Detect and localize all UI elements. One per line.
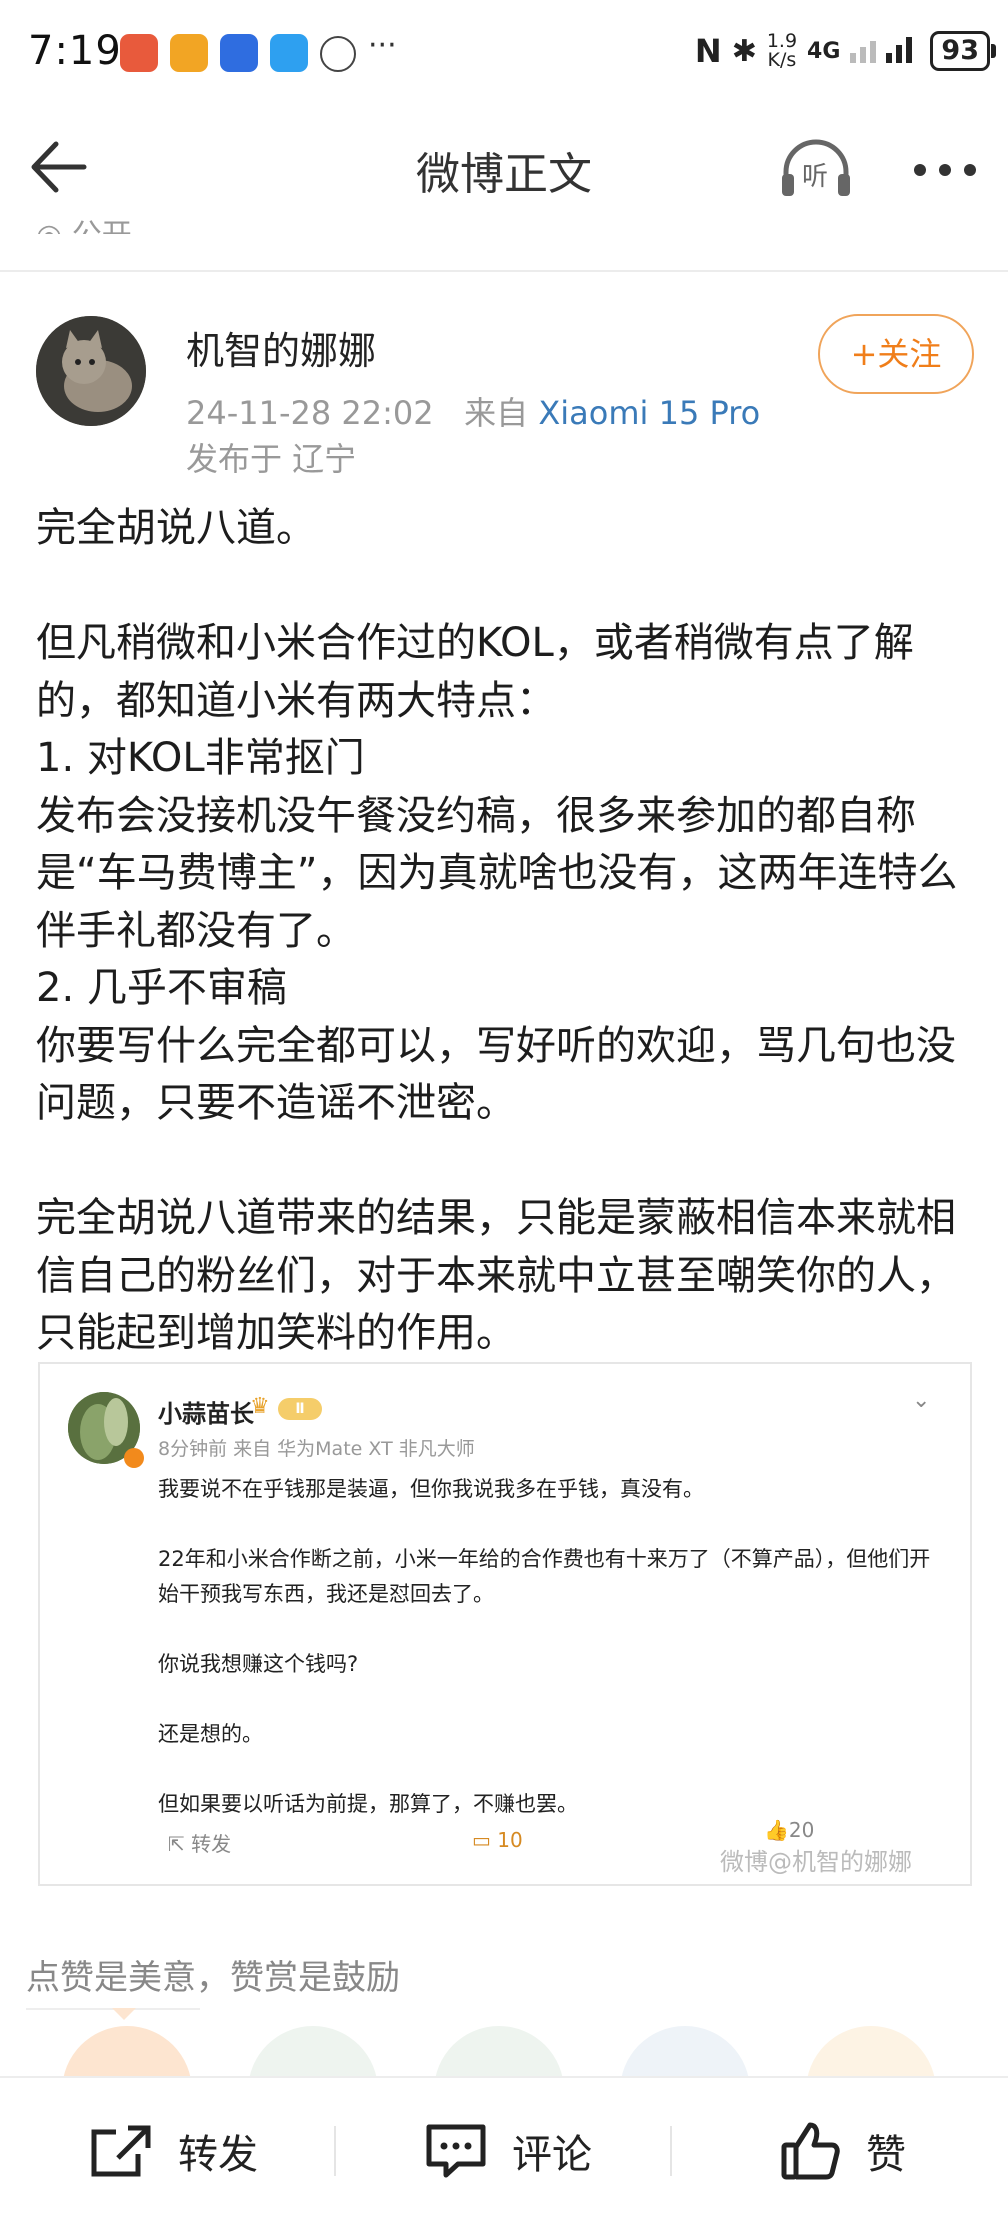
embedded-text: 我要说不在乎钱那是装逼，但你我说我多在乎钱，真没有。 22年和小米合作断之前，小…: [158, 1477, 931, 1816]
comment-icon: [426, 2124, 486, 2178]
device-link[interactable]: Xiaomi 15 Pro: [538, 394, 760, 432]
thumbs-up-icon: 👍: [764, 1818, 789, 1842]
network-type: 4G: [807, 38, 841, 64]
more-dots-icon: [914, 164, 976, 176]
header-divider: [0, 270, 1008, 272]
watermark: 微博@机智的娜娜: [720, 1848, 912, 1876]
listen-button[interactable]: 听: [778, 136, 854, 202]
post-body: 完全胡说八道。 但凡稍微和小米合作过的KOL，或者稍微有点了解的，都知道小米有两…: [36, 505, 958, 1356]
cat-photo: [36, 316, 146, 426]
embedded-comment: ▭ 10: [472, 1828, 523, 1852]
forward-button[interactable]: 转发: [88, 2106, 258, 2196]
reward-pointer: [112, 2008, 136, 2020]
embedded-meta: 8分钟前 来自 华为Mate XT 非凡大师: [158, 1438, 475, 1460]
comment-button[interactable]: 评论: [424, 2106, 592, 2196]
author-avatar[interactable]: [36, 316, 146, 426]
post-meta: 24-11-28 22:02 来自 Xiaomi 15 Pro: [186, 388, 760, 434]
embedded-author-name: 小蒜苗长: [158, 1400, 254, 1428]
crown-icon: ♛: [250, 1394, 270, 1419]
author-name[interactable]: 机智的娜娜: [186, 320, 376, 375]
network-speed: 1.9 K/s: [766, 30, 798, 71]
listen-label: 听: [802, 162, 829, 192]
app-notification-icon: [220, 34, 258, 72]
reward-prompt: 点赞是美意，赞赏是鼓励: [26, 1958, 400, 1998]
more-options-button[interactable]: [910, 150, 980, 190]
page-title: 微博正文: [416, 149, 592, 200]
app-notification-icon: [320, 36, 356, 72]
share-icon: ⇱: [168, 1832, 192, 1856]
embedded-forward: ⇱ 转发: [168, 1832, 232, 1856]
app-notification-icon: [170, 34, 208, 72]
comment-icon: ▭: [472, 1828, 498, 1852]
message-icon: [270, 34, 308, 72]
verified-badge-icon: [124, 1448, 144, 1468]
battery-indicator: 93: [930, 31, 996, 71]
source-label: 来自: [464, 394, 529, 432]
embedded-like: 👍20: [764, 1818, 815, 1842]
follow-button[interactable]: +关注: [818, 314, 974, 394]
share-icon: [91, 2125, 151, 2177]
status-indicators: N ✱ 1.9 K/s 4G 93: [694, 26, 996, 76]
status-more-icon: ···: [368, 28, 397, 63]
chevron-down-icon: ⌄: [912, 1388, 931, 1413]
signal-icon: [850, 31, 920, 71]
status-time: 7:19: [28, 28, 122, 74]
like-label: 赞: [866, 2132, 906, 2178]
bar-separator: [670, 2126, 672, 2176]
app-notification-icon: [120, 34, 158, 72]
forward-label: 转发: [178, 2132, 258, 2178]
visibility-label: ◎ 公开: [36, 210, 132, 234]
comment-label: 评论: [512, 2132, 592, 2178]
bar-separator: [334, 2126, 336, 2176]
globe-icon: ◎: [36, 218, 72, 234]
like-button[interactable]: 赞: [780, 2106, 906, 2196]
thumbs-up-icon: [781, 2122, 840, 2180]
embedded-screenshot[interactable]: 小蒜苗长 ♛ Ⅱ 8分钟前 来自 华为Mate XT 非凡大师 ⌄ 我要说不在乎…: [38, 1362, 972, 1886]
nfc-icon: N: [694, 32, 722, 70]
level-badge: Ⅱ: [278, 1398, 322, 1420]
bluetooth-icon: ✱: [731, 33, 757, 69]
post-time: 24-11-28 22:02: [186, 394, 434, 432]
post-location: 发布于 辽宁: [186, 440, 357, 478]
